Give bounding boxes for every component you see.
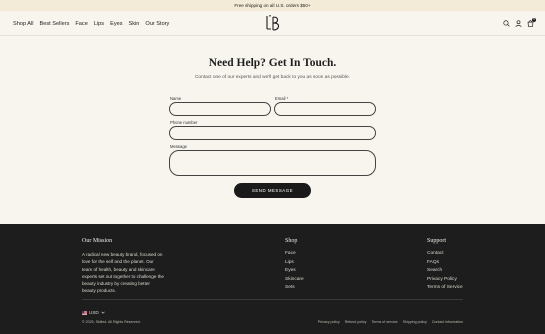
nav-item-best-sellers[interactable]: Best Sellers: [40, 21, 70, 27]
site-footer: Our Mission A radical new beauty brand, …: [0, 224, 545, 334]
chevron-down-icon: [100, 311, 105, 314]
policy-link-terms[interactable]: Terms of service: [371, 320, 397, 324]
nav-item-shop-all[interactable]: Shop All: [13, 21, 34, 27]
cart-count-badge: 0: [532, 18, 536, 22]
footer-divider: [82, 299, 463, 300]
currency-selector[interactable]: USD: [82, 310, 105, 315]
footer-link-eyes[interactable]: Eyes: [285, 267, 304, 276]
mission-text: A radical new beauty brand, focused on l…: [82, 252, 164, 294]
copyright: © 2025, Skilled. All Rights Reserved.: [82, 320, 141, 324]
footer-link-privacy-policy[interactable]: Privacy Policy: [427, 276, 463, 285]
name-field[interactable]: [169, 102, 271, 116]
send-message-button[interactable]: SEND MESSAGE: [234, 183, 311, 198]
flag-icon: [82, 310, 87, 315]
page-subtitle: Contact one of our experts and we'll get…: [194, 75, 351, 80]
policy-link-refund[interactable]: Refund policy: [345, 320, 367, 324]
policy-link-privacy[interactable]: Privacy policy: [318, 320, 340, 324]
footer-link-faqs[interactable]: FAQs: [427, 259, 463, 268]
nav-item-our-story[interactable]: Our Story: [145, 21, 169, 27]
nav-item-face[interactable]: Face: [75, 21, 87, 27]
footer-link-contact[interactable]: Contact: [427, 250, 463, 259]
announcement-bar: Free shipping on all U.S. orders $50+: [0, 0, 545, 11]
search-icon[interactable]: [503, 20, 510, 27]
cart-button[interactable]: 0: [527, 18, 536, 27]
shop-links: Face Lips Eyes Skincare Sets: [285, 250, 304, 293]
name-label: Name: [170, 96, 182, 101]
footer-link-face[interactable]: Face: [285, 250, 304, 259]
page-title: Need Help? Get In Touch.: [208, 57, 337, 69]
mission-heading: Our Mission: [82, 238, 113, 244]
support-links: Contact FAQs Search Privacy Policy Terms…: [427, 250, 463, 293]
site-header: Shop All Best Sellers Face Lips Eyes Ski…: [0, 11, 545, 36]
account-icon[interactable]: [515, 20, 522, 27]
nav-item-eyes[interactable]: Eyes: [110, 21, 122, 27]
shop-heading: Shop: [285, 238, 298, 244]
message-field[interactable]: [169, 150, 376, 176]
policy-link-shipping[interactable]: Shipping policy: [403, 320, 427, 324]
email-label: Email *: [275, 96, 289, 101]
support-heading: Support: [427, 238, 447, 244]
brand-logo[interactable]: [262, 14, 284, 32]
email-field[interactable]: [274, 102, 376, 116]
announcement-text: Free shipping on all U.S. orders $50+: [234, 3, 311, 8]
nav-item-lips[interactable]: Lips: [94, 21, 104, 27]
policy-link-contact[interactable]: Contact information: [432, 320, 463, 324]
footer-link-sets[interactable]: Sets: [285, 284, 304, 293]
phone-label: Phone number: [170, 120, 198, 125]
header-actions: 0: [503, 11, 536, 36]
main-nav: Shop All Best Sellers Face Lips Eyes Ski…: [13, 11, 169, 36]
currency-label: USD: [89, 310, 99, 315]
policy-links: Privacy policy Refund policy Terms of se…: [318, 320, 463, 324]
footer-link-lips[interactable]: Lips: [285, 259, 304, 268]
phone-field[interactable]: [169, 126, 376, 140]
footer-link-skincare[interactable]: Skincare: [285, 276, 304, 285]
footer-link-search[interactable]: Search: [427, 267, 463, 276]
message-label: Message: [170, 144, 187, 149]
footer-link-terms-of-service[interactable]: Terms of Service: [427, 284, 463, 293]
nav-item-skin[interactable]: Skin: [129, 21, 140, 27]
